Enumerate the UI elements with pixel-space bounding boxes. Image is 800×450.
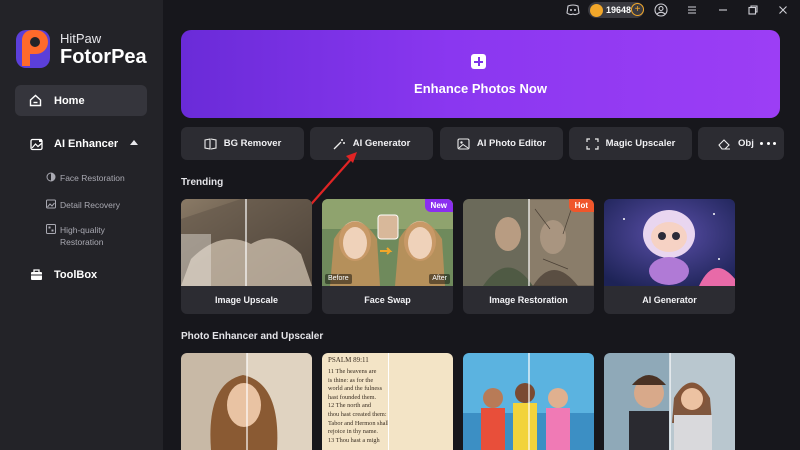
face-swap-label: Face Swap	[364, 295, 411, 305]
detail-recovery-icon	[46, 199, 56, 209]
coin-balance[interactable]: 19648 +	[588, 2, 644, 18]
image-restoration-label: Image Restoration	[489, 295, 568, 305]
bg-remover-button[interactable]: BG Remover	[181, 127, 304, 160]
image-upscale-thumbnail	[181, 199, 312, 286]
close-icon[interactable]	[776, 3, 790, 17]
photo-enhancer-title: Photo Enhancer and Upscaler	[181, 331, 324, 342]
image-restoration-thumbnail	[463, 199, 594, 286]
enhance-photos-label: Enhance Photos Now	[414, 81, 547, 96]
face-swap-card[interactable]: New Before After Face Swap	[322, 199, 453, 314]
psalm-heading: PSALM 89:11	[328, 356, 369, 364]
enhancer-card-portrait[interactable]	[181, 353, 312, 450]
menu-icon[interactable]	[685, 3, 699, 17]
sidebar-item-ai-enhancer[interactable]: AI Enhancer	[30, 135, 142, 153]
sidebar-item-face-restoration-label: Face Restoration	[60, 173, 125, 183]
add-photo-icon	[471, 54, 486, 69]
coin-count: 19648	[606, 5, 632, 15]
sidebar-item-hq-label-line2: Restoration	[60, 237, 104, 247]
fotorpea-logo-icon	[14, 28, 54, 70]
more-tools-icon[interactable]	[760, 138, 776, 148]
coin-icon	[590, 3, 603, 17]
app-logo: HitPaw FotorPea	[14, 28, 147, 70]
collapse-caret-icon[interactable]	[130, 140, 138, 145]
sidebar-item-hq-label-line1: High-quality	[60, 225, 105, 235]
face-swap-thumbnail	[322, 199, 453, 286]
eraser-icon	[718, 138, 730, 150]
hot-badge: Hot	[568, 199, 594, 212]
bg-remover-label: BG Remover	[223, 138, 282, 149]
add-coins-button[interactable]: +	[631, 3, 644, 16]
sidebar-item-face-restoration[interactable]: Face Restoration	[46, 172, 125, 184]
enhance-photos-banner[interactable]: Enhance Photos Now	[181, 30, 780, 118]
ai-photo-editor-button[interactable]: AI Photo Editor	[440, 127, 563, 160]
sidebar-item-home[interactable]: Home	[15, 85, 147, 116]
ai-generator-card-label: AI Generator	[642, 295, 697, 305]
face-restore-icon	[46, 172, 56, 182]
magic-wand-icon	[333, 138, 345, 149]
enhancer-card-couple-photo[interactable]	[604, 353, 735, 450]
image-upscale-label: Image Upscale	[214, 295, 279, 305]
trending-title: Trending	[181, 177, 224, 188]
ai-generator-label: AI Generator	[352, 138, 411, 149]
image-restoration-card[interactable]: Hot Image Restoration	[463, 199, 594, 314]
toolbox-icon	[31, 269, 42, 280]
ai-photo-editor-label: AI Photo Editor	[476, 138, 547, 149]
image-enhance-icon	[30, 138, 43, 150]
sidebar-item-high-quality-restoration[interactable]: High-quality Restoration	[46, 224, 105, 248]
minimize-icon[interactable]	[716, 3, 730, 17]
comparison-divider	[388, 353, 390, 450]
ai-generator-card[interactable]: AI Generator	[604, 199, 735, 314]
sidebar-item-detail-recovery[interactable]: Detail Recovery	[46, 199, 120, 211]
after-tag: After	[429, 274, 450, 284]
upscale-frame-icon	[586, 137, 599, 150]
sidebar-item-detail-recovery-label: Detail Recovery	[60, 200, 120, 210]
ai-generator-button[interactable]: AI Generator	[310, 127, 433, 160]
restore-window-icon[interactable]	[746, 3, 760, 17]
bg-remover-icon	[204, 137, 217, 150]
object-remover-label: Obj	[738, 138, 754, 149]
sidebar-item-toolbox[interactable]: ToolBox	[30, 268, 97, 281]
couple-photo-thumbnail	[604, 353, 735, 450]
ai-generator-thumbnail	[604, 199, 735, 286]
magic-upscaler-button[interactable]: Magic Upscaler	[569, 127, 692, 160]
magic-upscaler-label: Magic Upscaler	[605, 138, 676, 149]
brand-name: HitPaw	[60, 30, 102, 46]
image-upscale-card[interactable]: Image Upscale	[181, 199, 312, 314]
sidebar: HitPaw FotorPea Home AI Enhancer Face Re…	[0, 0, 163, 450]
user-account-icon[interactable]	[654, 3, 668, 17]
photo-editor-icon	[457, 137, 470, 150]
sidebar-item-home-label: Home	[54, 94, 85, 107]
portrait-thumbnail	[181, 353, 312, 450]
sidebar-item-ai-enhancer-label: AI Enhancer	[54, 138, 119, 150]
enhancer-card-group-photo[interactable]	[463, 353, 594, 450]
product-name: FotorPea	[60, 45, 147, 68]
discord-icon[interactable]	[566, 3, 580, 17]
before-tag: Before	[325, 274, 352, 284]
home-icon	[29, 94, 42, 107]
hq-restoration-icon	[46, 224, 56, 234]
new-badge: New	[424, 199, 453, 212]
enhancer-card-text-document[interactable]: PSALM 89:11 11 The heavens are is thine:…	[322, 353, 453, 450]
sidebar-item-toolbox-label: ToolBox	[54, 268, 98, 281]
group-photo-thumbnail	[463, 353, 594, 450]
